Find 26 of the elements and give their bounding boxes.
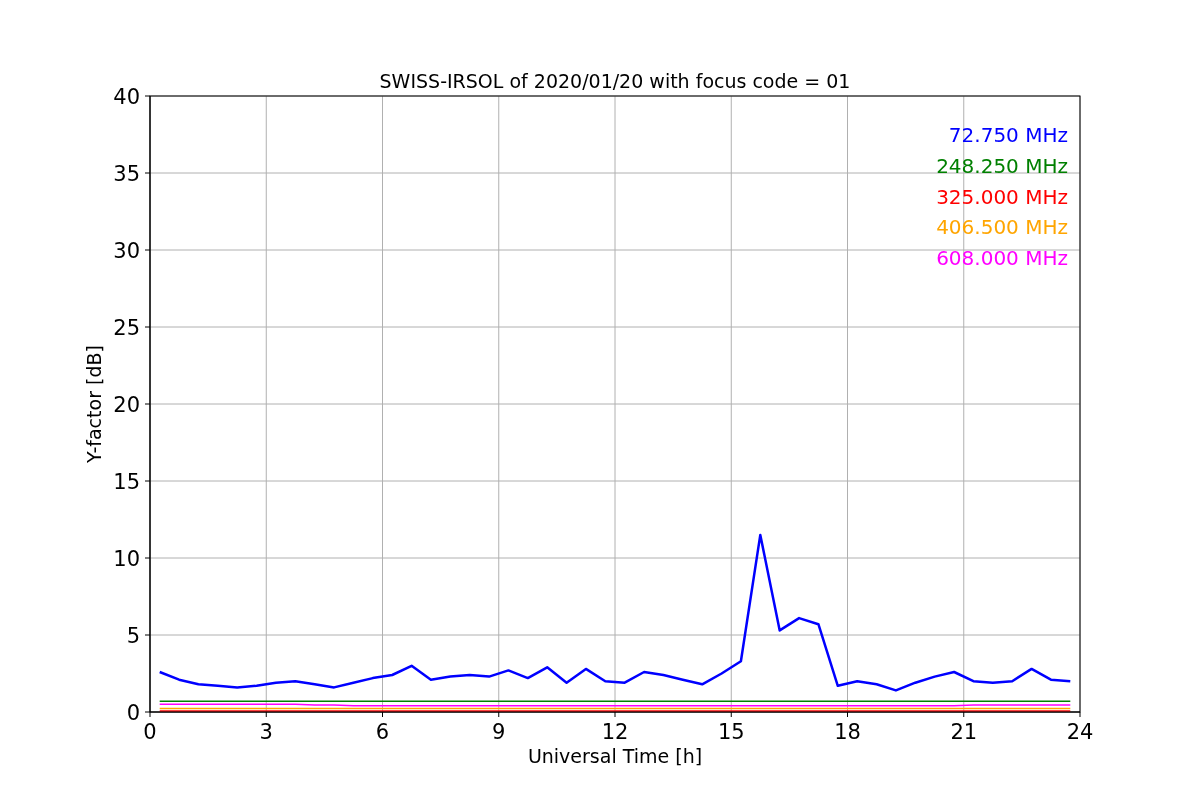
x-tick-label: 9 — [492, 720, 506, 744]
y-tick-label: 30 — [113, 239, 140, 263]
y-tick-label: 25 — [113, 316, 140, 340]
y-axis-label: Y-factor [dB] — [83, 345, 105, 463]
legend-label: 608.000 MHz — [936, 246, 1068, 271]
x-tick-label: 6 — [375, 720, 390, 744]
y-tick-label: 20 — [113, 393, 140, 417]
legend-label: 406.500 MHz — [936, 215, 1068, 240]
legend-label: 325.000 MHz — [936, 184, 1068, 209]
y-tick-label: 35 — [113, 162, 140, 186]
x-tick-label: 18 — [834, 720, 861, 744]
y-tick-label: 40 — [113, 85, 140, 109]
x-tick-label: 15 — [717, 720, 745, 744]
x-tick-label: 12 — [601, 720, 629, 744]
x-tick-label: 3 — [259, 720, 273, 744]
y-tick-label: 0 — [126, 701, 140, 725]
y-tick-label: 15 — [113, 470, 140, 494]
y-tick-label: 5 — [126, 624, 140, 648]
y-tick-label: 10 — [113, 547, 140, 571]
x-axis-label: Universal Time [h] — [527, 745, 703, 767]
chart-title: SWISS-IRSOL of 2020/01/20 with focus code = 01 — [379, 70, 851, 92]
x-tick-label: 0 — [143, 720, 157, 744]
x-tick-label: 24 — [1066, 720, 1094, 744]
x-tick-label: 21 — [950, 720, 978, 744]
legend-label: 72.750 MHz — [948, 123, 1068, 147]
legend-label: 248.250 MHz — [936, 153, 1068, 178]
